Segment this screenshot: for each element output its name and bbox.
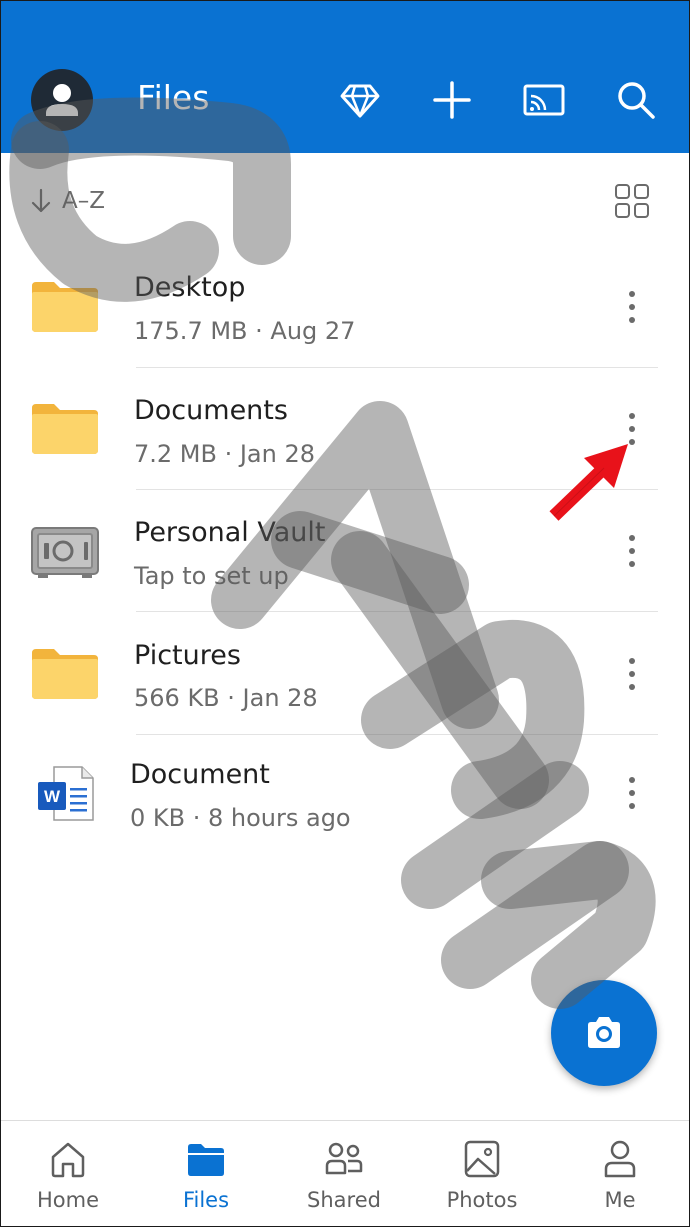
bottom-nav: Home Files Shared Photos Me <box>0 1120 690 1228</box>
nav-item-home[interactable]: Home <box>8 1121 128 1228</box>
vault-icon <box>31 527 99 578</box>
cast-icon <box>523 84 565 116</box>
file-meta: 566 KB · Jan 28 <box>134 684 318 712</box>
file-meta: 7.2 MB · Jan 28 <box>134 440 316 468</box>
nav-label: Home <box>36 1188 99 1212</box>
more-options-icon[interactable] <box>618 655 646 695</box>
cast-button[interactable] <box>522 78 566 122</box>
file-name: Pictures <box>134 640 241 671</box>
image-icon <box>464 1140 500 1178</box>
folder-icon <box>188 1144 224 1176</box>
row-divider <box>136 611 658 612</box>
search-button[interactable] <box>614 78 658 122</box>
file-meta: Tap to set up <box>134 562 289 590</box>
word-document-icon: W <box>38 766 94 821</box>
file-meta: 0 KB · 8 hours ago <box>130 804 351 832</box>
annotation-arrow-icon <box>549 444 628 521</box>
person-icon <box>46 84 78 116</box>
camera-fab-button[interactable] <box>551 980 657 1086</box>
nav-label: Files <box>182 1188 230 1212</box>
add-icon <box>433 81 471 119</box>
file-name: Documents <box>134 395 288 426</box>
app-header: Files <box>0 0 690 153</box>
file-name: Document <box>130 759 270 790</box>
nav-item-photos[interactable]: Photos <box>422 1121 542 1228</box>
premium-button[interactable] <box>338 78 382 122</box>
nav-label: Photos <box>446 1188 518 1212</box>
nav-item-me[interactable]: Me <box>560 1121 680 1228</box>
file-row-document[interactable]: W Document 0 KB · 8 hours ago <box>0 736 690 858</box>
file-name: Desktop <box>134 272 246 303</box>
more-options-icon[interactable] <box>618 288 646 328</box>
add-button[interactable] <box>430 78 474 122</box>
nav-label: Shared <box>307 1188 381 1212</box>
file-meta: 175.7 MB · Aug 27 <box>134 317 356 345</box>
camera-icon <box>588 1017 620 1048</box>
folder-icon <box>32 282 98 332</box>
page-title: Files <box>137 78 210 117</box>
account-avatar[interactable] <box>31 69 93 131</box>
svg-text:W: W <box>44 787 61 806</box>
people-icon <box>325 1142 363 1175</box>
premium-diamond-icon <box>340 84 380 118</box>
nav-label: Me <box>604 1188 636 1212</box>
more-options-icon[interactable] <box>618 532 646 572</box>
person-icon <box>604 1140 636 1178</box>
nav-item-files[interactable]: Files <box>146 1121 266 1228</box>
grid-view-icon <box>615 184 649 218</box>
arrow-down-icon <box>31 188 51 213</box>
view-toggle-button[interactable] <box>614 183 650 219</box>
nav-item-shared[interactable]: Shared <box>284 1121 404 1228</box>
file-row-desktop[interactable]: Desktop 175.7 MB · Aug 27 <box>0 246 690 368</box>
sort-button[interactable]: A–Z <box>30 184 105 218</box>
home-icon <box>51 1142 85 1178</box>
folder-icon <box>32 649 98 699</box>
more-options-icon[interactable] <box>618 774 646 814</box>
file-row-pictures[interactable]: Pictures 566 KB · Jan 28 <box>0 613 690 735</box>
search-icon <box>618 82 655 119</box>
row-divider <box>136 734 658 735</box>
folder-icon <box>32 404 98 454</box>
sort-label: A–Z <box>62 188 105 214</box>
file-name: Personal Vault <box>134 517 326 548</box>
